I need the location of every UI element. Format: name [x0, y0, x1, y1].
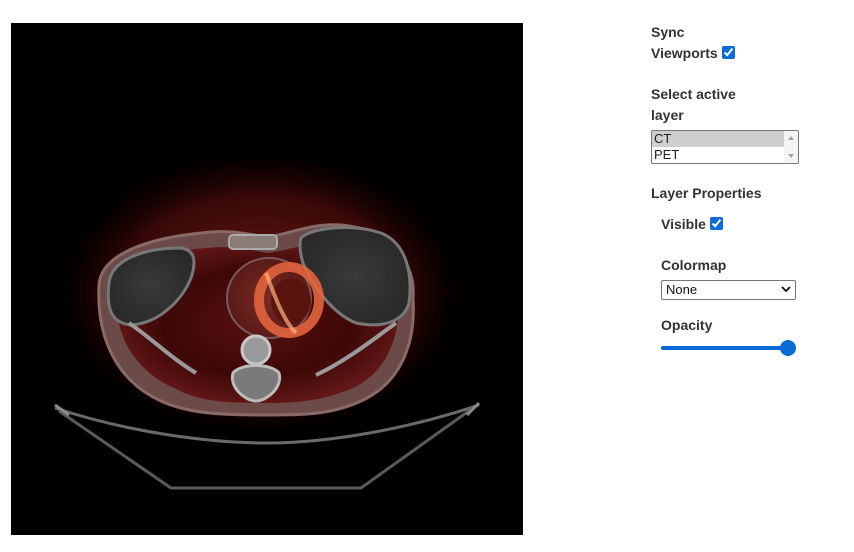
sync-viewports-checkbox[interactable]	[721, 45, 735, 59]
scroll-up-icon[interactable]	[788, 136, 794, 140]
colormap-select[interactable]: None	[661, 280, 796, 300]
app-root: Sync Viewports Select active layer CT PE…	[0, 0, 854, 552]
visible-control: Visible	[661, 214, 811, 235]
sync-viewports-label-line1: Sync	[651, 24, 685, 40]
colormap-label: Colormap	[661, 257, 727, 273]
sync-viewports-label-line2: Viewports	[651, 45, 718, 61]
listbox-scrollbar[interactable]	[784, 131, 798, 163]
visible-label: Visible	[661, 216, 706, 232]
opacity-label: Opacity	[661, 317, 713, 333]
layer-properties-title: Layer Properties	[651, 185, 762, 201]
select-active-layer-label-line2: layer	[651, 107, 684, 123]
scroll-down-icon[interactable]	[788, 154, 794, 158]
layer-option-ct[interactable]: CT	[652, 131, 786, 147]
select-active-layer-label-line1: Select active	[651, 86, 736, 102]
image-viewport[interactable]	[11, 23, 523, 535]
chevron-down-icon	[781, 286, 791, 293]
opacity-slider[interactable]	[661, 340, 796, 356]
ct-pet-slice-image	[54, 153, 481, 490]
colormap-selected-value: None	[666, 282, 698, 297]
opacity-slider-fill	[661, 346, 788, 350]
sync-viewports-control: Sync Viewports	[651, 22, 761, 64]
layer-option-pet[interactable]: PET	[652, 147, 786, 163]
select-active-layer-label: Select active layer	[651, 84, 761, 126]
visible-checkbox[interactable]	[709, 216, 723, 230]
active-layer-listbox[interactable]: CT PET	[651, 130, 799, 164]
opacity-slider-thumb[interactable]	[780, 340, 796, 356]
